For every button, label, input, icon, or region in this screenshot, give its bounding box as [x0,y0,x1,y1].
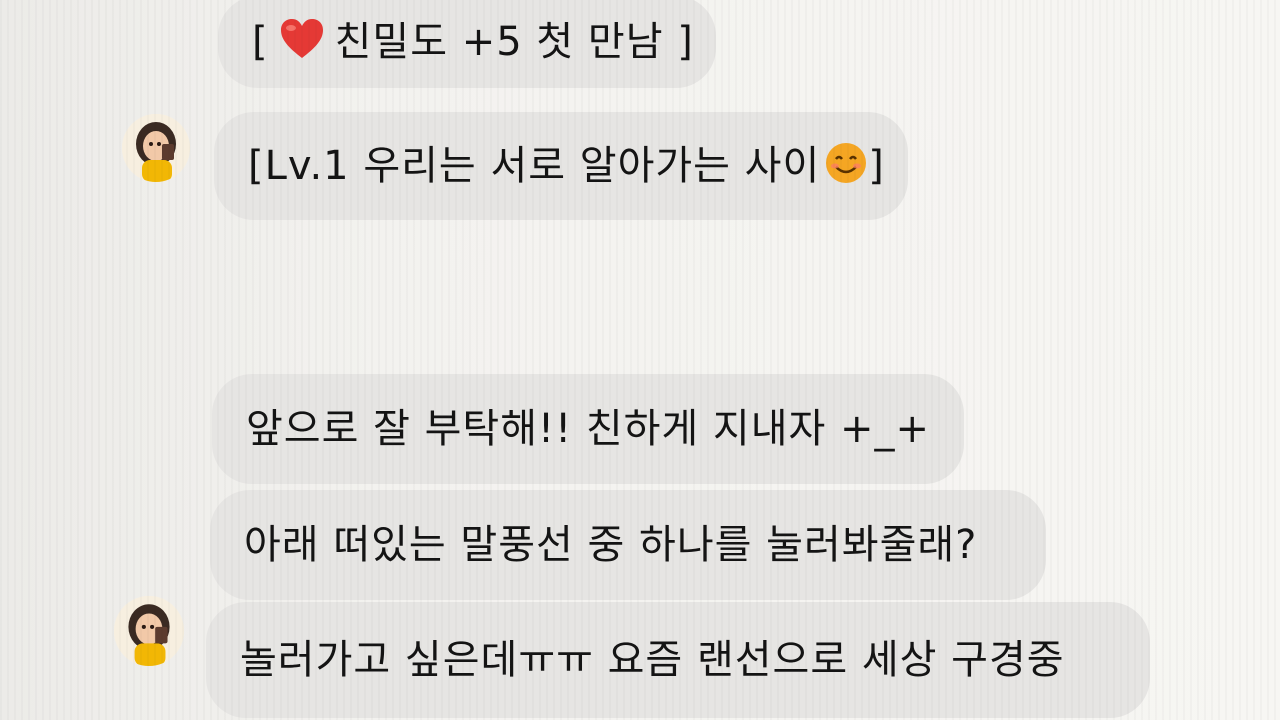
message-text: 아래 떠있는 말풍선 중 하나를 눌러봐줄래? [244,522,978,568]
message-bubble: [Lv.1 우리는 서로 알아가는 사이 ] [214,112,908,220]
bracket-open: [ [252,19,269,65]
message-bubble: [ 친밀도 +5 첫 만남 ] [218,0,716,88]
avatar[interactable] [122,114,190,182]
bracket-close: ] [868,143,885,189]
message-text: 친밀도 +5 첫 만남 ] [334,19,694,65]
chat-area: [ 친밀도 +5 첫 만남 ] [Lv.1 우리는 서로 알아가는 사이] 앞… [0,0,1280,720]
message-bubble: 아래 떠있는 말풍선 중 하나를 눌러봐줄래? [210,490,1046,600]
heart-icon [279,18,325,67]
message-text: 놀러가고 싶은데ㅠㅠ 요즘 랜선으로 세상 구경중 [240,637,1065,683]
avatar[interactable] [114,596,184,666]
character-avatar-icon [114,596,184,666]
message-bubble: 앞으로 잘 부탁해!! 친하게 지내자 +_+ [212,374,964,484]
message-text: [Lv.1 우리는 서로 알아가는 사이 [248,143,821,189]
message-text: 앞으로 잘 부탁해!! 친하게 지내자 +_+ [246,406,931,452]
smiling-face-emoji-icon [824,141,868,192]
message-bubble: 놀러가고 싶은데ㅠㅠ 요즘 랜선으로 세상 구경중 [206,602,1150,718]
character-avatar-icon [122,114,190,182]
